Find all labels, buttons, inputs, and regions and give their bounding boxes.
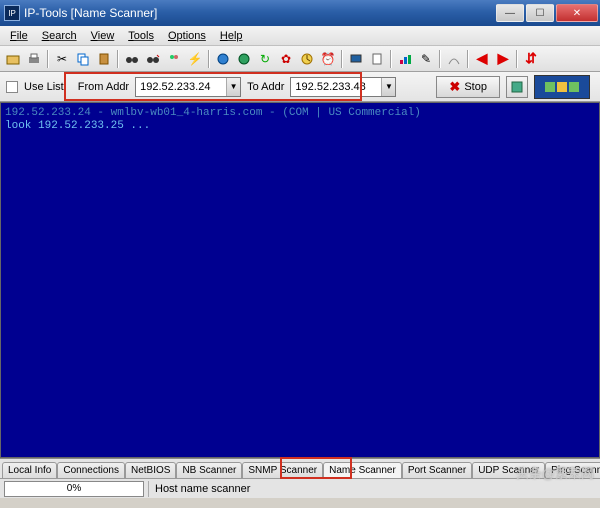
- separator: [47, 50, 49, 68]
- gear-icon[interactable]: ✿: [277, 50, 295, 68]
- maximize-button[interactable]: ☐: [526, 4, 554, 22]
- chevron-down-icon[interactable]: ▼: [226, 78, 240, 96]
- print-icon[interactable]: [25, 50, 43, 68]
- menu-file[interactable]: File: [4, 28, 34, 44]
- satellite-icon[interactable]: [445, 50, 463, 68]
- collapse-icon[interactable]: ⇵: [522, 50, 540, 68]
- progress-text: 0%: [67, 483, 81, 494]
- use-list-label: Use List: [24, 81, 64, 93]
- users-icon[interactable]: [165, 50, 183, 68]
- stop-label: Stop: [464, 81, 487, 93]
- prev-icon[interactable]: ◀: [473, 50, 491, 68]
- connect-icon[interactable]: ⚡: [186, 50, 204, 68]
- tab-port-scanner[interactable]: Port Scanner: [402, 462, 472, 478]
- from-addr-label: From Addr: [78, 81, 129, 93]
- stop-button[interactable]: ✖ Stop: [436, 76, 500, 98]
- tab-snmp-scanner[interactable]: SNMP Scanner: [242, 462, 323, 478]
- tab-nb-scanner[interactable]: NB Scanner: [176, 462, 242, 478]
- separator: [117, 50, 119, 68]
- separator: [467, 50, 469, 68]
- from-addr-input[interactable]: [136, 78, 226, 96]
- title-bar: IP IP-Tools [Name Scanner] — ☐ ✕: [0, 0, 600, 26]
- to-addr-combo[interactable]: ▼: [290, 77, 396, 97]
- menu-help[interactable]: Help: [214, 28, 249, 44]
- status-bar: 0% Host name scanner: [0, 478, 600, 498]
- binoculars-icon[interactable]: [123, 50, 141, 68]
- separator: [208, 50, 210, 68]
- refresh-icon[interactable]: ↻: [256, 50, 274, 68]
- document-icon[interactable]: [368, 50, 386, 68]
- next-icon[interactable]: ▶: [494, 50, 512, 68]
- control-bar: Use List From Addr ▼ To Addr ▼ ✖ Stop: [0, 72, 600, 102]
- minimize-button[interactable]: —: [496, 4, 524, 22]
- window-title: IP-Tools [Name Scanner]: [24, 6, 496, 20]
- cut-icon[interactable]: ✂: [53, 50, 71, 68]
- clock-icon[interactable]: [298, 50, 316, 68]
- tab-local-info[interactable]: Local Info: [2, 462, 57, 478]
- app-icon: IP: [4, 5, 20, 21]
- close-button[interactable]: ✕: [556, 4, 598, 22]
- copy-icon[interactable]: [74, 50, 92, 68]
- options-button[interactable]: [506, 76, 528, 98]
- menu-search[interactable]: Search: [36, 28, 83, 44]
- status-text: Host name scanner: [148, 481, 600, 497]
- to-addr-input[interactable]: [291, 78, 381, 96]
- alarm-icon[interactable]: ⏰: [319, 50, 337, 68]
- menu-view[interactable]: View: [85, 28, 121, 44]
- toolbar: ✂ ⚡ ↻ ✿ ⏰ ✎ ◀ ▶ ⇵: [0, 46, 600, 72]
- progress-bar: 0%: [4, 481, 144, 497]
- menu-options[interactable]: Options: [162, 28, 212, 44]
- preview-thumbnail[interactable]: [534, 75, 590, 99]
- open-icon[interactable]: [4, 50, 22, 68]
- chart-icon[interactable]: [396, 50, 414, 68]
- tab-udp-scanner[interactable]: UDP Scanner: [472, 462, 545, 478]
- use-list-checkbox[interactable]: [6, 81, 18, 93]
- menu-bar: File Search View Tools Options Help: [0, 26, 600, 46]
- separator: [516, 50, 518, 68]
- find-next-icon[interactable]: [144, 50, 162, 68]
- globe2-icon[interactable]: [235, 50, 253, 68]
- tab-connections[interactable]: Connections: [57, 462, 125, 478]
- paste-icon[interactable]: [95, 50, 113, 68]
- to-addr-label: To Addr: [247, 81, 284, 93]
- tab-netbios[interactable]: NetBIOS: [125, 462, 176, 478]
- output-line: 192.52.233.24 - wmlbv-wb01_4-harris.com …: [5, 107, 421, 119]
- tab-bar: Local Info Connections NetBIOS NB Scanne…: [0, 458, 600, 478]
- monitor-icon[interactable]: [347, 50, 365, 68]
- globe-icon[interactable]: [214, 50, 232, 68]
- output-line: look 192.52.233.25 ...: [5, 120, 150, 132]
- output-terminal[interactable]: 192.52.233.24 - wmlbv-wb01_4-harris.com …: [0, 102, 600, 458]
- tab-ping-scanner[interactable]: Ping Scanner: [545, 462, 600, 478]
- separator: [439, 50, 441, 68]
- x-icon: ✖: [449, 79, 460, 95]
- menu-tools[interactable]: Tools: [122, 28, 160, 44]
- chevron-down-icon[interactable]: ▼: [381, 78, 395, 96]
- separator: [341, 50, 343, 68]
- tab-name-scanner[interactable]: Name Scanner: [323, 462, 402, 478]
- wand-icon[interactable]: ✎: [417, 50, 435, 68]
- from-addr-combo[interactable]: ▼: [135, 77, 241, 97]
- separator: [390, 50, 392, 68]
